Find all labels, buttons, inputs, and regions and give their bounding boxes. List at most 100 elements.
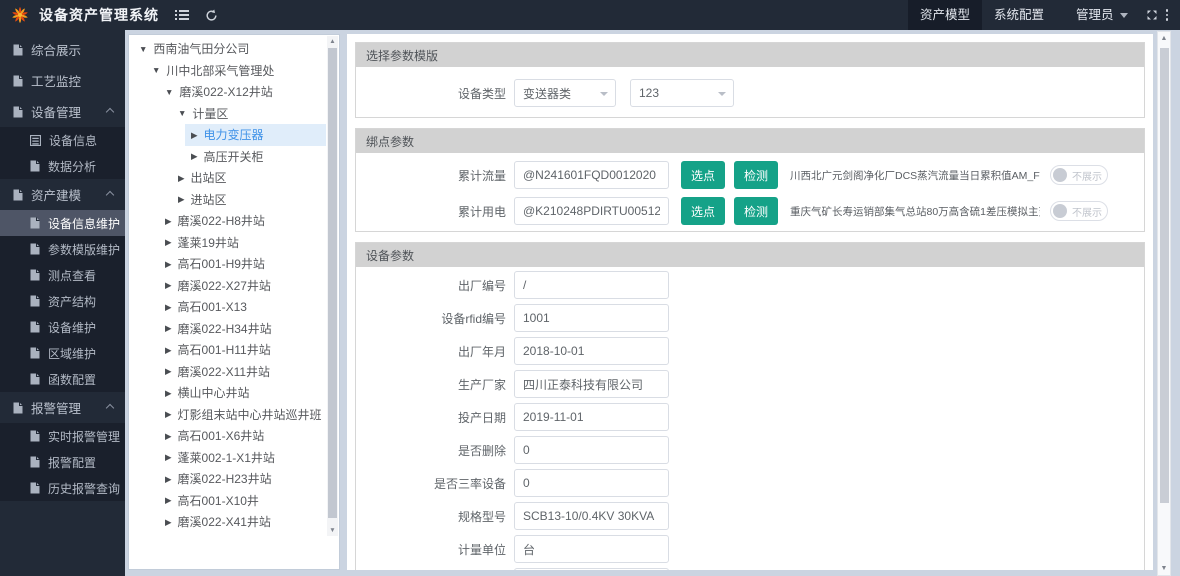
nav-system-config[interactable]: 系统配置 [982, 0, 1056, 30]
page-scrollbar[interactable]: ▲ ▼ [1157, 31, 1171, 576]
tree-collapsed-icon[interactable]: ▶ [165, 496, 172, 505]
sidebar-item-0[interactable]: 综合展示 [0, 34, 125, 65]
scroll-down-icon[interactable]: ▼ [1158, 562, 1170, 575]
nav-admin-menu[interactable]: 管理员 [1064, 0, 1140, 30]
scroll-down-icon[interactable]: ▼ [327, 525, 338, 536]
tree-collapsed-icon[interactable]: ▶ [165, 432, 172, 441]
sidebar-item-6[interactable]: 设备信息维护 [0, 210, 125, 236]
tree-node[interactable]: ▶磨溪022-H34井站 [129, 318, 326, 340]
sidebar-item-16[interactable]: 历史报警查询 [0, 475, 125, 501]
sidebar-item-3[interactable]: 设备信息 [0, 127, 125, 153]
tree-node[interactable]: ▶高石001-H9井站 [129, 253, 326, 275]
tree-expanded-icon[interactable]: ▼ [152, 66, 160, 75]
field-input[interactable] [514, 403, 669, 431]
tree-collapsed-icon[interactable]: ▶ [165, 389, 172, 398]
tree-collapsed-icon[interactable]: ▶ [191, 152, 198, 161]
sidebar-item-8[interactable]: 测点查看 [0, 262, 125, 288]
tree-node[interactable]: ▶蓬莱19井站 [129, 232, 326, 254]
tree-node[interactable]: ▶进站区 [129, 189, 326, 211]
tree-collapsed-icon[interactable]: ▶ [191, 131, 198, 140]
sidebar-item-5[interactable]: 资产建模 [0, 179, 125, 210]
tree-collapsed-icon[interactable]: ▶ [165, 453, 172, 462]
refresh-icon[interactable] [205, 9, 218, 22]
field-input[interactable] [514, 271, 669, 299]
tree-collapsed-icon[interactable]: ▶ [165, 281, 172, 290]
sidebar-item-4[interactable]: 数据分析 [0, 153, 125, 179]
pick-point-button[interactable]: 选点 [681, 161, 725, 189]
sidebar-item-11[interactable]: 区域维护 [0, 340, 125, 366]
tree-collapsed-icon[interactable]: ▶ [165, 518, 172, 527]
field-input[interactable] [514, 304, 669, 332]
check-button[interactable]: 检测 [734, 197, 778, 225]
tree-node[interactable]: ▶电力变压器 [129, 124, 326, 146]
scroll-up-icon[interactable]: ▲ [327, 36, 338, 47]
tree-collapsed-icon[interactable]: ▶ [165, 346, 172, 355]
field-input[interactable] [514, 469, 669, 497]
tree-node[interactable]: ▶磨溪022-H23井站 [129, 468, 326, 490]
tree-node[interactable]: ▶磨溪022-X27井站 [129, 275, 326, 297]
tree-node[interactable]: ▼计量区 [129, 103, 326, 125]
sidebar-item-1[interactable]: 工艺监控 [0, 65, 125, 96]
sidebar-item-15[interactable]: 报警配置 [0, 449, 125, 475]
tree-node[interactable]: ▶高石001-X6井站 [129, 425, 326, 447]
field-input[interactable] [514, 568, 669, 570]
tree-node[interactable]: ▼西南油气田分公司 [129, 38, 326, 60]
field-input[interactable] [514, 436, 669, 464]
sidebar-item-9[interactable]: 资产结构 [0, 288, 125, 314]
device-tree: ▼西南油气田分公司▼川中北部采气管理处▼磨溪022-X12井站▼计量区▶电力变压… [129, 38, 326, 533]
tree-expanded-icon[interactable]: ▼ [139, 45, 147, 54]
sidebar-item-13[interactable]: 报警管理 [0, 392, 125, 423]
tree-expanded-icon[interactable]: ▼ [178, 109, 186, 118]
field-input[interactable] [514, 502, 669, 530]
field-input[interactable] [514, 337, 669, 365]
tree-collapsed-icon[interactable]: ▶ [165, 260, 172, 269]
tree-scrollbar[interactable]: ▲ ▼ [327, 36, 338, 536]
tree-collapsed-icon[interactable]: ▶ [165, 303, 172, 312]
tree-expanded-icon[interactable]: ▼ [165, 88, 173, 97]
collapse-menu-icon[interactable] [175, 9, 189, 21]
device-type-select[interactable]: 变送器类 [514, 79, 616, 107]
tree-node[interactable]: ▼磨溪022-X12井站 [129, 81, 326, 103]
tree-node[interactable]: ▼川中北部采气管理处 [129, 60, 326, 82]
tree-node[interactable]: ▶高压开关柜 [129, 146, 326, 168]
tree-node[interactable]: ▶磨溪022-H8井站 [129, 210, 326, 232]
tree-collapsed-icon[interactable]: ▶ [178, 195, 185, 204]
tree-node[interactable]: ▶灯影组末站中心井站巡井班 [129, 404, 326, 426]
display-toggle[interactable]: 不展示 [1050, 165, 1108, 185]
sidebar-item-10[interactable]: 设备维护 [0, 314, 125, 340]
tree-collapsed-icon[interactable]: ▶ [165, 324, 172, 333]
tree-scrollbar-thumb[interactable] [328, 48, 337, 518]
template-select[interactable]: 123 [630, 79, 734, 107]
tree-node[interactable]: ▶高石001-X10井 [129, 490, 326, 512]
tree-collapsed-icon[interactable]: ▶ [165, 367, 172, 376]
check-button[interactable]: 检测 [734, 161, 778, 189]
tree-node[interactable]: ▶高石001-H11井站 [129, 339, 326, 361]
fullscreen-icon[interactable] [1146, 9, 1158, 21]
tree-node[interactable]: ▶出站区 [129, 167, 326, 189]
nav-asset-model[interactable]: 资产模型 [908, 0, 982, 30]
tree-node[interactable]: ▶横山中心井站 [129, 382, 326, 404]
tree-collapsed-icon[interactable]: ▶ [165, 475, 172, 484]
doc-icon [13, 106, 23, 118]
sidebar-item-7[interactable]: 参数模版维护 [0, 236, 125, 262]
tree-node[interactable]: ▶蓬莱002-1-X1井站 [129, 447, 326, 469]
sidebar-item-14[interactable]: 实时报警管理 [0, 423, 125, 449]
sidebar-item-12[interactable]: 函数配置 [0, 366, 125, 392]
pick-point-button[interactable]: 选点 [681, 197, 725, 225]
tree-collapsed-icon[interactable]: ▶ [165, 217, 172, 226]
tree-node[interactable]: ▶高石001-X13 [129, 296, 326, 318]
field-input[interactable] [514, 370, 669, 398]
page-scrollbar-thumb[interactable] [1160, 48, 1169, 503]
display-toggle[interactable]: 不展示 [1050, 201, 1108, 221]
scroll-up-icon[interactable]: ▲ [1158, 32, 1170, 45]
sidebar-item-2[interactable]: 设备管理 [0, 96, 125, 127]
tree-node[interactable]: ▶磨溪022-X41井站 [129, 511, 326, 533]
tree-node[interactable]: ▶磨溪022-X11井站 [129, 361, 326, 383]
point-input[interactable] [514, 161, 669, 189]
more-menu-icon[interactable] [1166, 9, 1169, 21]
tree-collapsed-icon[interactable]: ▶ [178, 174, 185, 183]
tree-collapsed-icon[interactable]: ▶ [165, 238, 172, 247]
point-input[interactable] [514, 197, 669, 225]
tree-collapsed-icon[interactable]: ▶ [165, 410, 172, 419]
field-input[interactable] [514, 535, 669, 563]
